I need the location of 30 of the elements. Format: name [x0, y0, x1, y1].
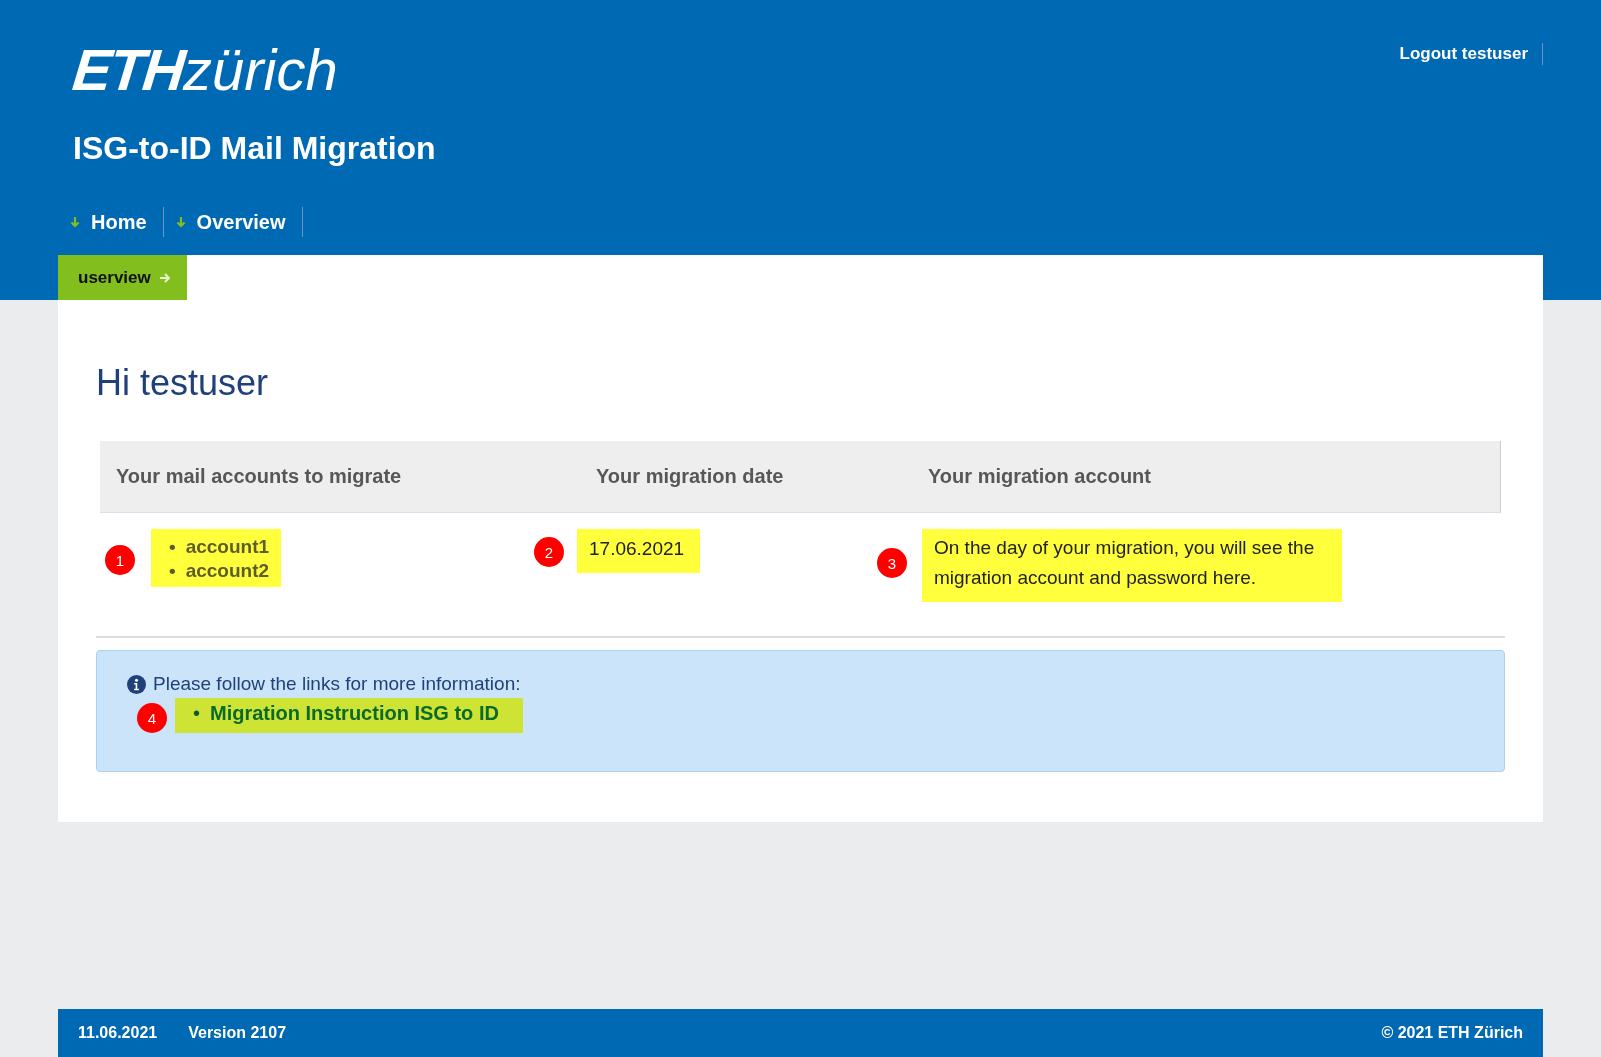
eth-logo[interactable]: ETHzürich: [73, 40, 338, 100]
number-marker: 2: [534, 537, 564, 567]
account-item: account1: [185, 535, 270, 559]
instruction-link[interactable]: Migration Instruction ISG to ID: [210, 701, 499, 725]
down-arrow-icon: [175, 216, 186, 228]
table-cell: On the day of your migration, you will see the migration account and password here.: [922, 529, 1342, 602]
info-icon: [127, 674, 146, 694]
breadcrumb-tab[interactable]: userview: [58, 255, 187, 300]
app-title: ISG-to-ID Mail Migration: [73, 130, 437, 167]
bullet: •: [193, 703, 200, 723]
info-text: Please follow the links for more information:: [153, 673, 521, 695]
logout-link[interactable]: Logout testuser: [1399, 43, 1543, 65]
footer-date: 11.06.2021: [78, 1024, 158, 1042]
table-cell: 17.06.2021: [577, 529, 701, 573]
number-marker: 3: [877, 548, 907, 578]
nav-link[interactable]: Overview: [175, 207, 303, 237]
column-header: Your mail accounts to migrate: [115, 465, 403, 488]
nav-link[interactable]: Home: [70, 207, 164, 237]
number-marker: 4: [137, 703, 167, 733]
number-marker: 1: [105, 545, 135, 575]
down-arrow-icon: [70, 216, 80, 228]
footer-copyright: © 2021 ETH Zürich: [1381, 1024, 1523, 1042]
footer-version: Version 2107: [188, 1024, 287, 1042]
bullet: •: [169, 537, 176, 557]
column-header: Your migration date: [595, 465, 785, 488]
right-arrow-icon: [158, 271, 171, 284]
column-header: Your migration account: [927, 465, 1152, 488]
account-item: account2: [185, 559, 270, 583]
greeting-heading: Hi testuser: [96, 363, 270, 403]
bullet: •: [169, 561, 176, 581]
